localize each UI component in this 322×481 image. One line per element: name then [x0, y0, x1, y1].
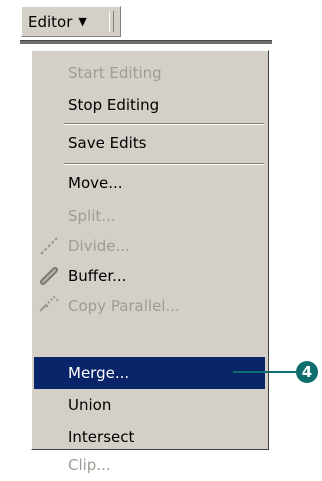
menu-item-stop-editing[interactable]: Stop Editing	[34, 89, 265, 121]
menu-item-label: Move...	[68, 174, 123, 192]
menu-item-union[interactable]: Union	[34, 389, 265, 421]
menu-item-label: Intersect	[68, 428, 135, 446]
menu-item-move[interactable]: Move...	[34, 167, 265, 199]
menu-item-label: Copy Parallel...	[68, 297, 180, 315]
menu-item-label: Stop Editing	[68, 96, 160, 114]
menu-item-merge[interactable]: Merge...	[34, 357, 265, 389]
step-callout-badge: 4	[296, 361, 318, 383]
editor-dropdown-menu: Start Editing Stop Editing Save Edits Mo…	[31, 50, 269, 474]
buffer-icon	[40, 267, 58, 285]
menu-item-label: Merge...	[68, 364, 130, 382]
divide-icon	[40, 237, 58, 255]
editor-label: Editor	[28, 12, 73, 31]
menu-item-divide: Divide...	[34, 230, 265, 262]
toolbar-grip	[109, 11, 114, 32]
dropdown-arrow-icon: ▼	[78, 15, 87, 28]
menu-item-copy-parallel: Copy Parallel...	[34, 290, 265, 322]
menu-item-split: Split...	[34, 200, 265, 232]
copy-parallel-icon	[39, 295, 59, 312]
menu-item-label: Divide...	[68, 237, 130, 255]
menu-item-buffer[interactable]: Buffer...	[34, 260, 265, 292]
menu-item-start-editing: Start Editing	[34, 57, 265, 89]
menu-item-label: Clip...	[68, 456, 111, 474]
menu-item-label: Split...	[68, 207, 116, 225]
menu-item-label: Union	[68, 396, 112, 414]
callout-leader-line	[233, 371, 296, 373]
editor-menu-button[interactable]: Editor ▼	[21, 6, 121, 37]
toolbar-strip	[20, 40, 272, 44]
menu-item-label: Buffer...	[68, 267, 127, 285]
callout-number: 4	[301, 363, 313, 381]
menu-item-save-edits[interactable]: Save Edits	[34, 127, 265, 159]
menu-item-label: Start Editing	[68, 64, 162, 82]
menu-item-label: Save Edits	[68, 134, 147, 152]
menu-separator	[64, 123, 264, 125]
menu-item-clip: Clip...	[34, 449, 265, 481]
menu-separator	[64, 163, 264, 165]
